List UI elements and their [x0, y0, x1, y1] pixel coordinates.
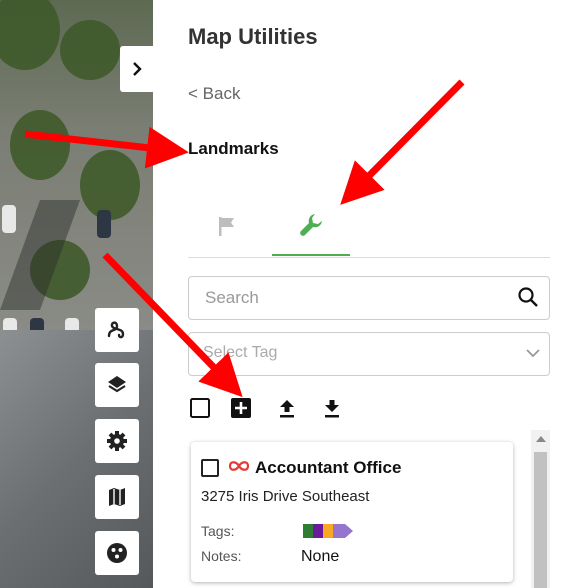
map-utilities-panel: Map Utilities < Back Landmarks Select Ta…: [153, 0, 562, 588]
section-title: Landmarks: [188, 139, 279, 158]
layers-button[interactable]: [95, 363, 139, 407]
tag-icons: [303, 524, 353, 538]
notes-value: None: [301, 548, 340, 565]
landmark-checkbox[interactable]: [201, 459, 219, 477]
scrollbar-thumb[interactable]: [534, 452, 547, 588]
notes-label: Notes:: [201, 548, 242, 564]
back-link[interactable]: < Back: [188, 84, 240, 104]
map-view[interactable]: [0, 0, 153, 588]
scroll-up-arrow[interactable]: [536, 436, 546, 442]
search-box: [188, 276, 550, 320]
select-all-checkbox[interactable]: [188, 396, 212, 420]
map-car: [97, 210, 111, 238]
route-icon: [107, 321, 125, 339]
settings-button[interactable]: [95, 419, 139, 463]
map-car: [2, 205, 16, 233]
wrench-icon: [300, 214, 322, 236]
tab-flag[interactable]: [188, 196, 266, 256]
map-style-button[interactable]: [95, 475, 139, 519]
landmark-card[interactable]: Accountant Office 3275 Iris Drive Southe…: [191, 442, 513, 582]
add-landmark-button[interactable]: [229, 396, 253, 420]
chevron-right-icon: [132, 62, 142, 76]
layers-icon: [108, 376, 126, 393]
chevron-down-icon: [525, 345, 541, 366]
download-icon: [325, 400, 339, 418]
scrollbar[interactable]: [531, 430, 550, 588]
add-icon: [231, 398, 251, 418]
tag-select-placeholder: Select Tag: [203, 344, 278, 361]
flag-icon: [219, 217, 234, 236]
map-tree: [80, 150, 140, 220]
palette-button[interactable]: [95, 531, 139, 575]
upload-button[interactable]: [275, 396, 299, 420]
landmark-address: 3275 Iris Drive Southeast: [201, 488, 370, 505]
tag-select[interactable]: Select Tag: [188, 332, 550, 376]
panel-title: Map Utilities: [188, 24, 318, 49]
infinity-icon: [227, 459, 251, 478]
palette-icon: [107, 543, 127, 563]
map-tree: [60, 20, 120, 80]
landmark-name: Accountant Office: [255, 458, 402, 477]
settings-icon: [107, 431, 127, 451]
search-input[interactable]: [203, 287, 497, 309]
search-button[interactable]: [517, 286, 539, 313]
tags-label: Tags:: [201, 523, 235, 539]
tab-divider: [188, 257, 550, 258]
map-tree: [10, 110, 70, 180]
map-icon: [109, 488, 125, 506]
download-button[interactable]: [320, 396, 344, 420]
upload-icon: [280, 400, 294, 418]
route-tool-button[interactable]: [95, 308, 139, 352]
collapse-panel-button[interactable]: [120, 46, 153, 92]
tab-tools[interactable]: [272, 196, 350, 256]
search-icon: [518, 287, 538, 307]
tag-list: [301, 520, 357, 547]
